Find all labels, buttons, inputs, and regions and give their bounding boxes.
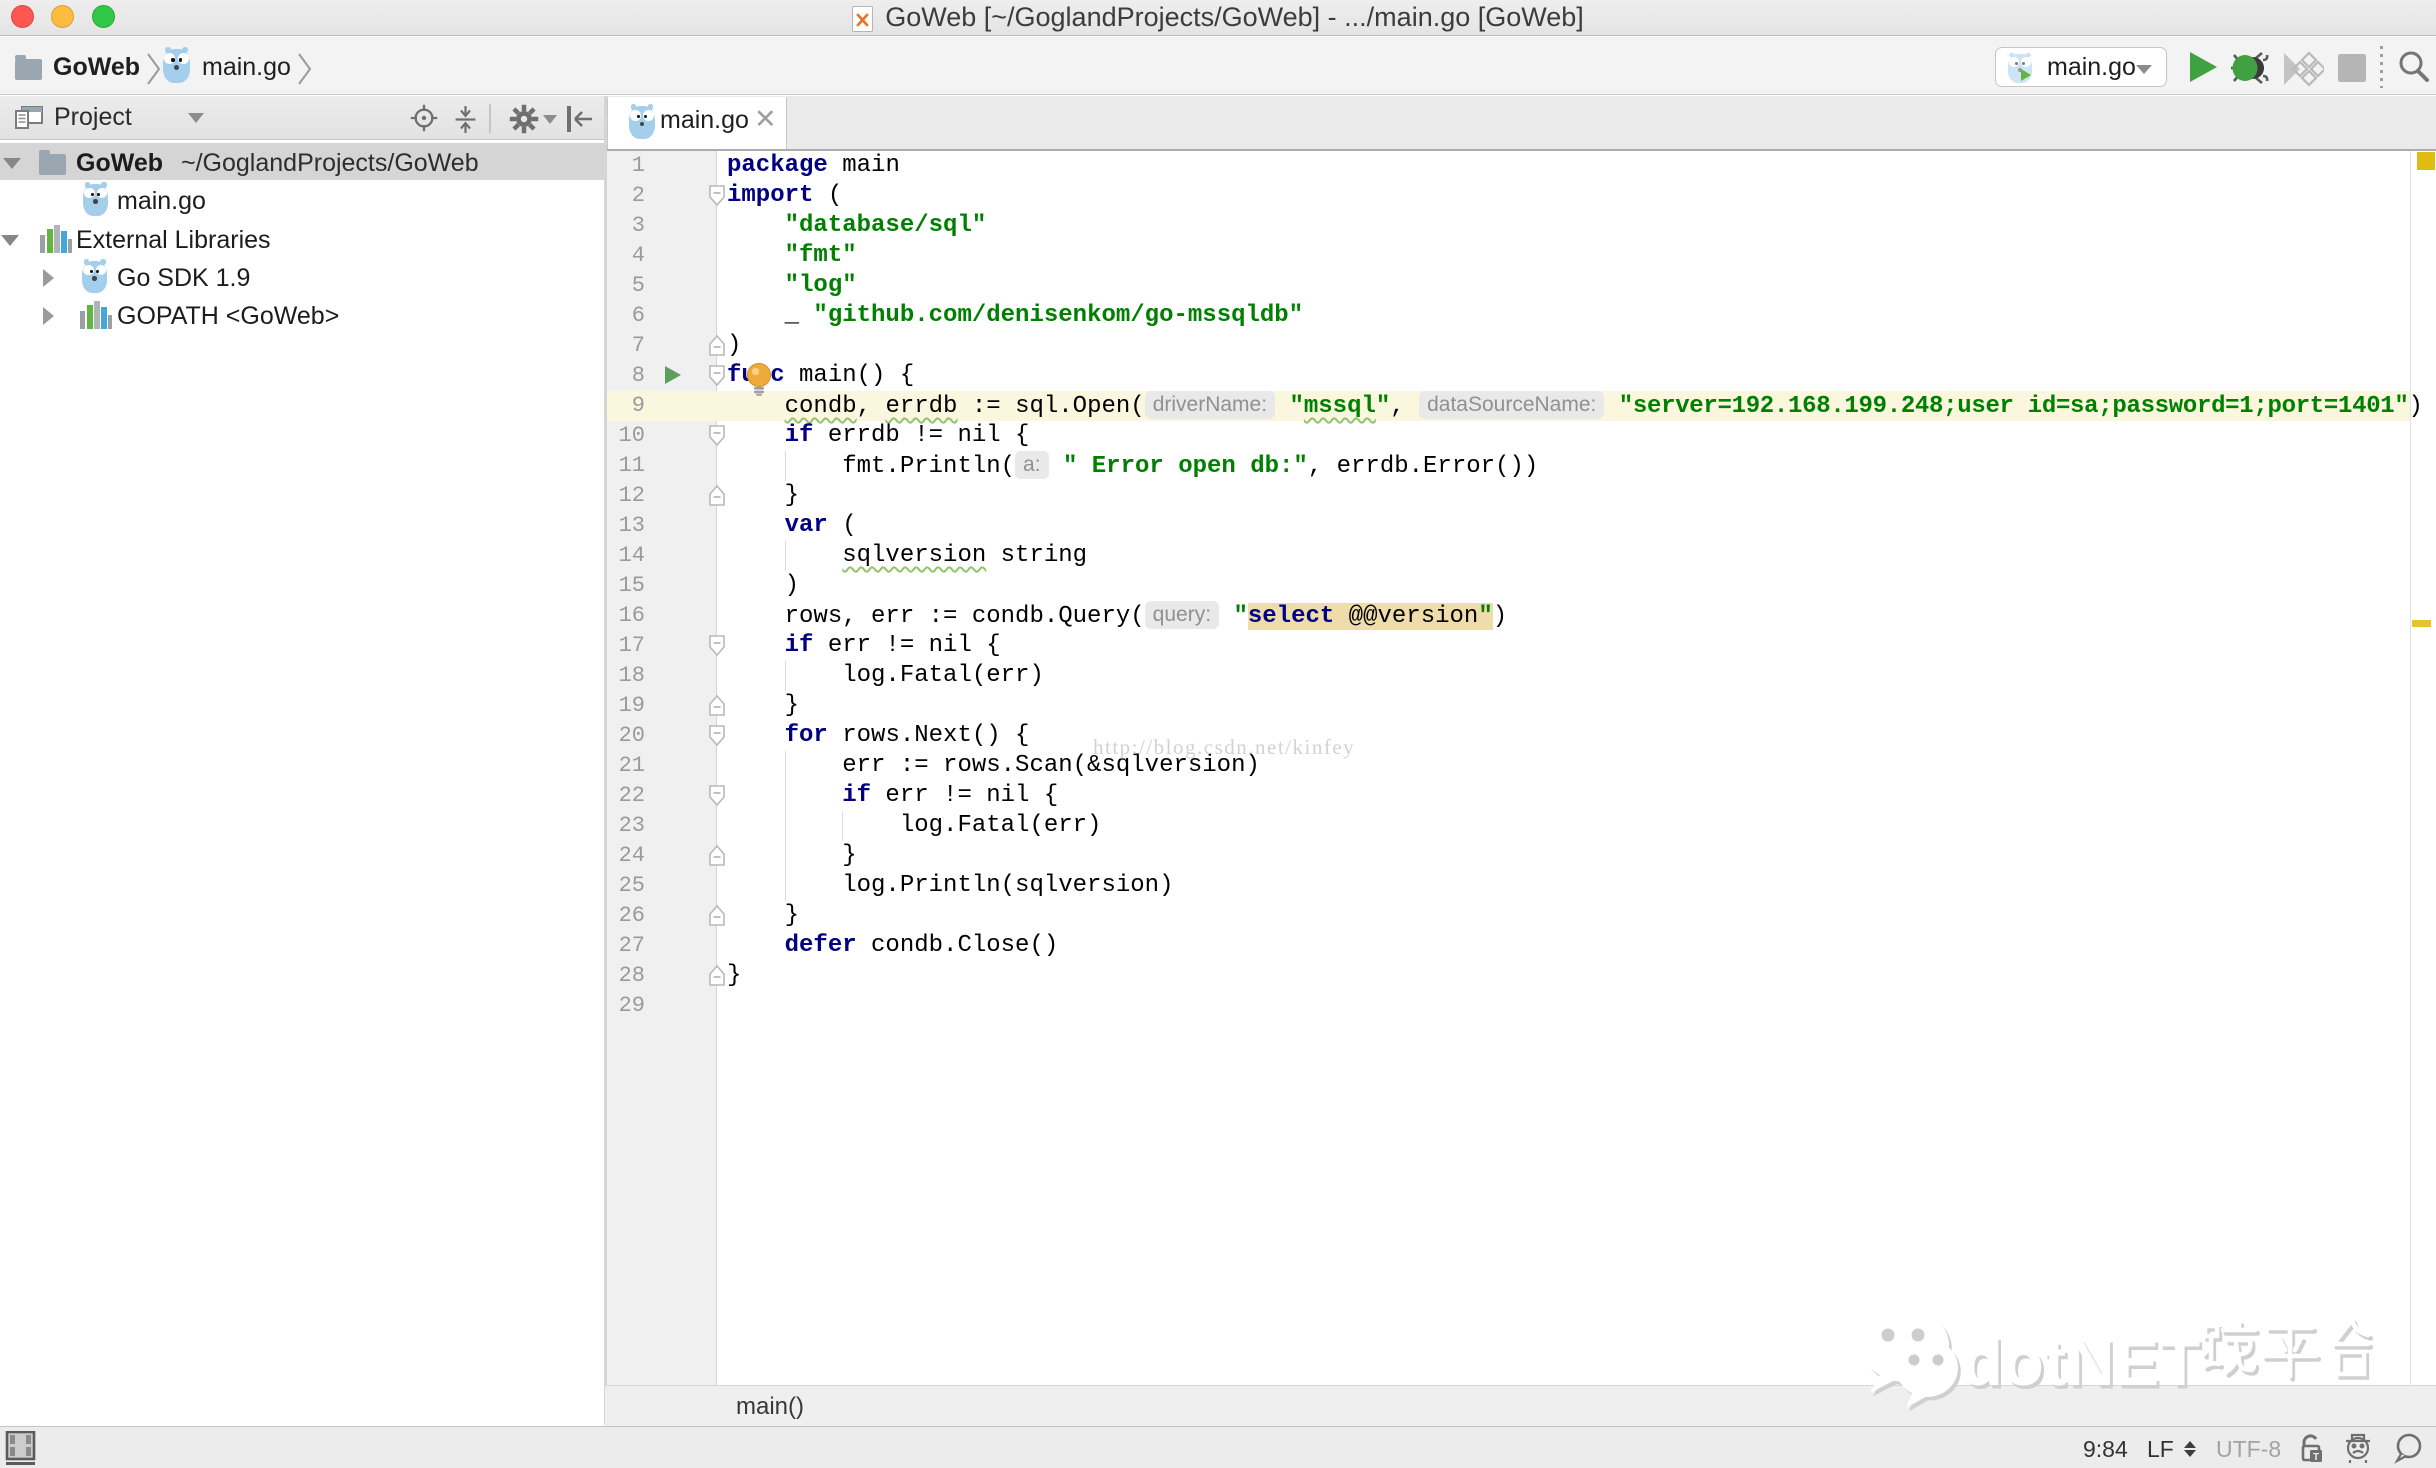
- svg-text:T: T: [2313, 1452, 2319, 1463]
